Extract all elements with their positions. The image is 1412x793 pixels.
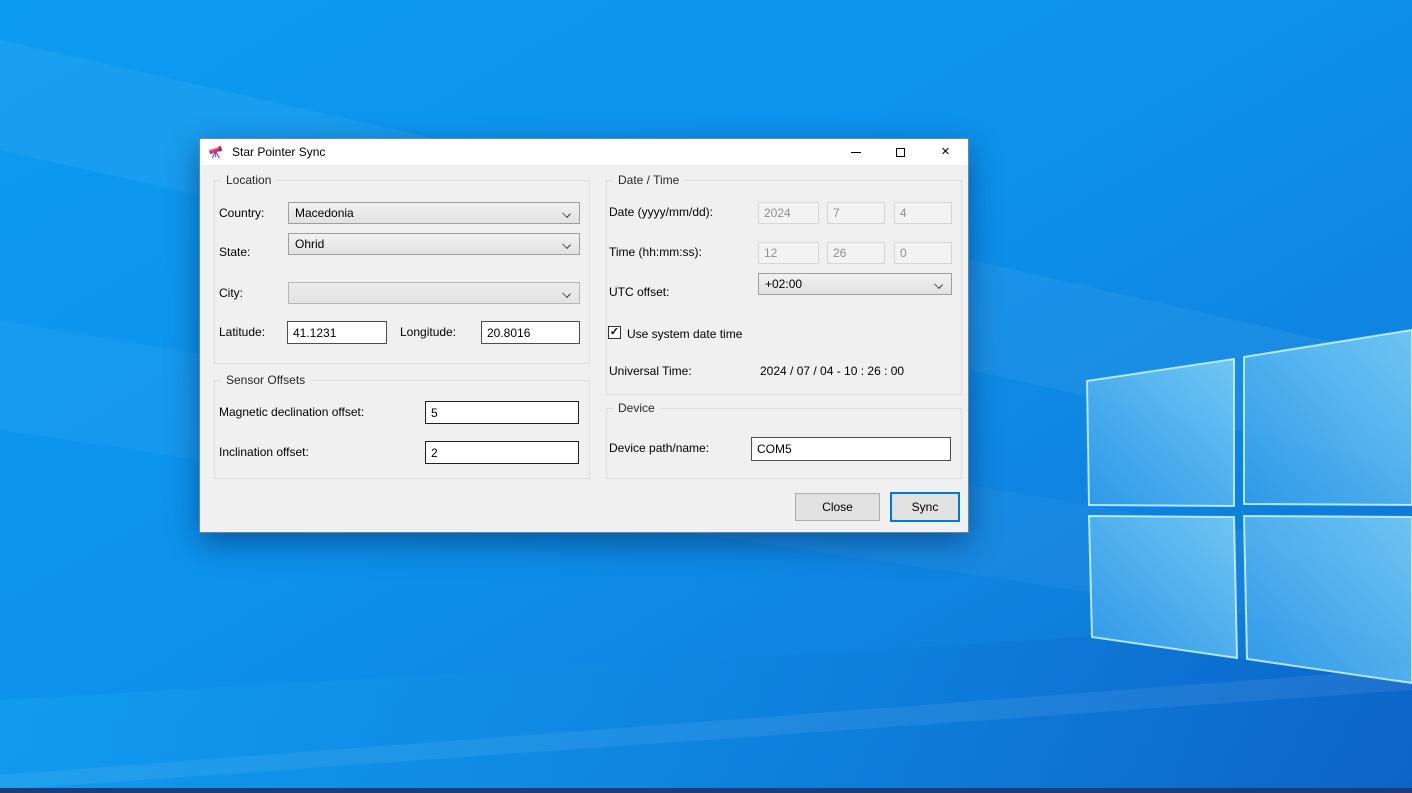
chevron-down-icon [562, 289, 571, 298]
device-group-legend: Device [613, 401, 660, 415]
date-month-input [827, 202, 885, 224]
universal-time-label: Universal Time: [609, 364, 692, 378]
device-path-input[interactable] [751, 437, 951, 461]
close-dialog-button[interactable]: Close [795, 493, 880, 521]
inclination-offset-label: Inclination offset: [219, 445, 309, 459]
maximize-icon [896, 148, 905, 157]
longitude-label: Longitude: [400, 325, 456, 339]
datetime-group-legend: Date / Time [613, 173, 684, 187]
city-dropdown[interactable] [288, 282, 580, 304]
sync-button[interactable]: Sync [890, 492, 960, 522]
date-day-input [894, 202, 952, 224]
latitude-input[interactable] [287, 321, 387, 344]
universal-time-value: 2024 / 07 / 04 - 10 : 26 : 00 [760, 364, 904, 378]
minimize-button[interactable] [833, 139, 878, 165]
sensor-offsets-group-legend: Sensor Offsets [221, 373, 310, 387]
latitude-label: Latitude: [219, 325, 265, 339]
inclination-offset-input[interactable] [425, 441, 579, 464]
state-label: State: [219, 245, 250, 259]
maximize-button[interactable] [878, 139, 923, 165]
device-path-label: Device path/name: [609, 441, 709, 455]
star-pointer-sync-window: Star Pointer Sync ✕ Location Country: Ma… [199, 138, 969, 533]
sensor-offsets-group: Sensor Offsets [214, 380, 590, 479]
longitude-input[interactable] [481, 321, 580, 344]
time-hour-input [758, 242, 819, 264]
time-label: Time (hh:mm:ss): [609, 245, 702, 259]
titlebar[interactable]: Star Pointer Sync ✕ [200, 139, 968, 165]
utc-offset-dropdown-value: +02:00 [765, 277, 802, 291]
chevron-down-icon [934, 280, 943, 289]
utc-offset-label: UTC offset: [609, 285, 669, 299]
close-icon: ✕ [941, 147, 950, 158]
checkmark-icon: ✓ [610, 327, 619, 338]
dialog-body: Location Country: Macedonia State: Ohrid… [200, 165, 968, 532]
chevron-down-icon [562, 209, 571, 218]
country-dropdown[interactable]: Macedonia [288, 202, 580, 224]
telescope-icon [208, 144, 224, 160]
state-dropdown[interactable]: Ohrid [288, 233, 580, 255]
location-group-legend: Location [221, 173, 276, 187]
magnetic-declination-input[interactable] [425, 401, 579, 424]
magnetic-declination-label: Magnetic declination offset: [219, 405, 364, 419]
city-label: City: [219, 286, 243, 300]
time-second-input [894, 242, 952, 264]
window-title: Star Pointer Sync [232, 145, 833, 159]
country-label: Country: [219, 206, 264, 220]
use-system-datetime-label: Use system date time [627, 327, 742, 341]
country-dropdown-value: Macedonia [295, 206, 354, 220]
utc-offset-dropdown[interactable]: +02:00 [758, 273, 952, 295]
close-button[interactable]: ✕ [923, 139, 968, 165]
state-dropdown-value: Ohrid [295, 237, 324, 251]
date-year-input [758, 202, 819, 224]
use-system-datetime-checkbox[interactable]: ✓ [608, 326, 621, 339]
date-label: Date (yyyy/mm/dd): [609, 205, 713, 219]
chevron-down-icon [562, 240, 571, 249]
minimize-icon [851, 152, 861, 153]
time-minute-input [827, 242, 885, 264]
